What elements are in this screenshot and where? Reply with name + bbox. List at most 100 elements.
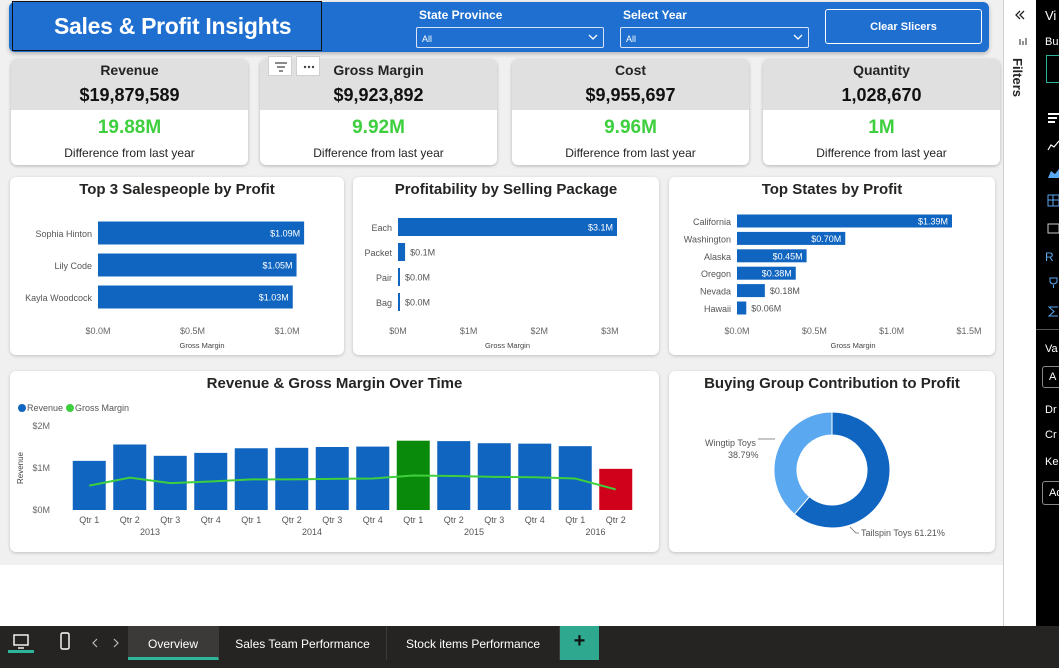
x-tick-label: $2M	[531, 326, 549, 336]
tab-label: Sales Team Performance	[235, 637, 370, 651]
category-label: Sophia Hinton	[35, 229, 92, 239]
add-page-button[interactable]: +	[560, 626, 599, 660]
add-drillthrough-field[interactable]: Ad	[1042, 481, 1059, 505]
x-tick-label: Qtr 3	[484, 515, 504, 525]
kpi-subtitle: Difference from last year	[816, 146, 947, 160]
desktop-view-indicator	[8, 650, 34, 653]
year-slicer-dropdown[interactable]: All	[620, 27, 809, 48]
chevron-right-icon[interactable]	[112, 638, 120, 648]
category-label: Oregon	[701, 269, 731, 279]
chevron-left-icon[interactable]	[91, 638, 99, 648]
chart-plot: Revenue Gross Margin $0M $1M $2M Revenue Qtr 1…	[16, 403, 633, 537]
kpi-difference: 9.92M	[352, 117, 405, 138]
category-label: Hawaii	[704, 304, 731, 314]
viz-pane-cross-label: Cr	[1045, 429, 1057, 441]
bar	[398, 293, 400, 311]
chart-plot: Sophia Hinton $1.09M Lily Code $1.05M Kayla …	[25, 221, 305, 350]
page-tab-bar: Overview Sales Team Performance Stock it…	[0, 626, 1059, 668]
area-chart-icon[interactable]	[1047, 166, 1059, 179]
y-axis-title: Revenue	[16, 451, 25, 484]
category-label: Alaska	[704, 252, 731, 262]
year-label: 2014	[302, 527, 322, 537]
y-tick-label: $2M	[32, 421, 50, 431]
report-canvas: State Province All Select Year All Clear…	[0, 0, 1003, 626]
kpi-card-quantity[interactable]: Quantity 1,028,670 1M Difference from la…	[763, 59, 1000, 165]
chart-selling-package[interactable]: Profitability by Selling Package Each $3.…	[353, 177, 659, 355]
double-chevron-left-icon[interactable]	[1013, 8, 1027, 22]
table-icon[interactable]	[1047, 194, 1059, 207]
mobile-view-icon[interactable]	[58, 631, 72, 653]
data-label: $1.39M	[918, 217, 948, 227]
kpi-value: $9,955,697	[585, 85, 676, 105]
category-label: Each	[371, 223, 392, 233]
viz-pane-r-label: R	[1045, 250, 1054, 264]
visualizations-pane: Vi Bu R Va A Dr Cr Ke Ad	[1036, 0, 1059, 626]
x-tick-label: $0.5M	[802, 326, 827, 336]
x-tick-label: $0M	[389, 326, 407, 336]
chevron-down-icon	[588, 34, 598, 40]
state-slicer-dropdown[interactable]: All	[416, 27, 604, 48]
year-label: 2016	[585, 527, 605, 537]
build-visual-icon[interactable]	[1046, 55, 1059, 83]
stacked-bar-icon[interactable]	[1047, 112, 1059, 125]
x-tick-label: Qtr 4	[201, 515, 221, 525]
trophy-icon[interactable]	[1047, 276, 1059, 289]
more-options-icon[interactable]	[296, 56, 320, 76]
kpi-name: Quantity	[853, 62, 910, 78]
year-slicer-label: Select Year	[623, 8, 687, 22]
kpi-card-cost[interactable]: Cost $9,955,697 9.96M Difference from la…	[512, 59, 749, 165]
page-title: Sales & Profit Insights	[54, 13, 292, 39]
kpi-name: Revenue	[100, 62, 159, 78]
x-tick-label: $0.0M	[724, 326, 749, 336]
y-tick-label: $0M	[32, 505, 50, 515]
tab-stock-items-performance[interactable]: Stock items Performance	[387, 626, 560, 660]
x-tick-label: $3M	[601, 326, 619, 336]
line-chart-icon[interactable]	[1047, 139, 1059, 152]
chart-revenue-over-time[interactable]: Revenue & Gross Margin Over Time Revenue…	[10, 371, 659, 552]
x-tick-label: Qtr 4	[525, 515, 545, 525]
bar	[398, 243, 406, 261]
category-label: Bag	[376, 298, 392, 308]
chart-top-states[interactable]: Top States by Profit California $1.39M Was…	[669, 177, 995, 355]
legend-marker	[66, 404, 74, 412]
viz-pane-keep-label: Ke	[1045, 456, 1059, 468]
visual-header	[268, 56, 322, 76]
bar	[398, 218, 617, 236]
x-tick-label: Qtr 1	[403, 515, 423, 525]
y-tick-label: $1M	[32, 463, 50, 473]
filter-icon[interactable]	[268, 56, 292, 76]
x-tick-label: $0.0M	[85, 326, 110, 336]
status-strip	[0, 660, 1059, 668]
tab-overview[interactable]: Overview	[128, 626, 219, 660]
year-label: 2015	[464, 527, 484, 537]
x-tick-label: $1.5M	[956, 326, 981, 336]
chart-buying-group[interactable]: Buying Group Contribution to Profit Tail…	[669, 371, 995, 552]
bar	[737, 284, 765, 298]
sigma-icon[interactable]	[1047, 305, 1059, 318]
data-label: $0.70M	[811, 234, 841, 244]
year-slicer-value: All	[626, 34, 637, 44]
category-label: Lily Code	[54, 261, 92, 271]
x-axis-title: Gross Margin	[830, 341, 875, 350]
legend-marker	[18, 404, 26, 412]
state-slicer-label: State Province	[419, 8, 503, 22]
x-tick-label: Qtr 2	[120, 515, 140, 525]
desktop-view-icon[interactable]	[12, 632, 30, 652]
chart-top-salespeople[interactable]: Top 3 Salespeople by Profit Sophia Hinto…	[10, 177, 344, 355]
chart-plot: Each $3.1M Packet $0.1M Pair $0.0M Bag $0.0M $0M…	[364, 218, 619, 350]
x-axis-title: Gross Margin	[485, 341, 530, 350]
kpi-card-revenue[interactable]: Revenue $19,879,589 19.88M Difference fr…	[11, 59, 248, 165]
x-tick-label: $0.5M	[180, 326, 205, 336]
filters-pane-label[interactable]: Filters	[1010, 58, 1025, 97]
tab-sales-team-performance[interactable]: Sales Team Performance	[219, 626, 387, 660]
viz-pane-build-label: Bu	[1045, 36, 1059, 48]
clear-slicers-button[interactable]: Clear Slicers	[825, 9, 982, 44]
x-tick-label: Qtr 2	[606, 515, 626, 525]
card-icon[interactable]	[1047, 222, 1059, 235]
values-field-well[interactable]: A	[1042, 366, 1059, 388]
slice-pct-label: 38.79%	[728, 450, 759, 460]
chart-plot: Tailspin Toys 61.21% Wingtip Toys 38.79%	[705, 411, 945, 538]
category-label: California	[693, 217, 731, 227]
category-label: Nevada	[700, 287, 731, 297]
data-label: $0.38M	[762, 269, 792, 279]
